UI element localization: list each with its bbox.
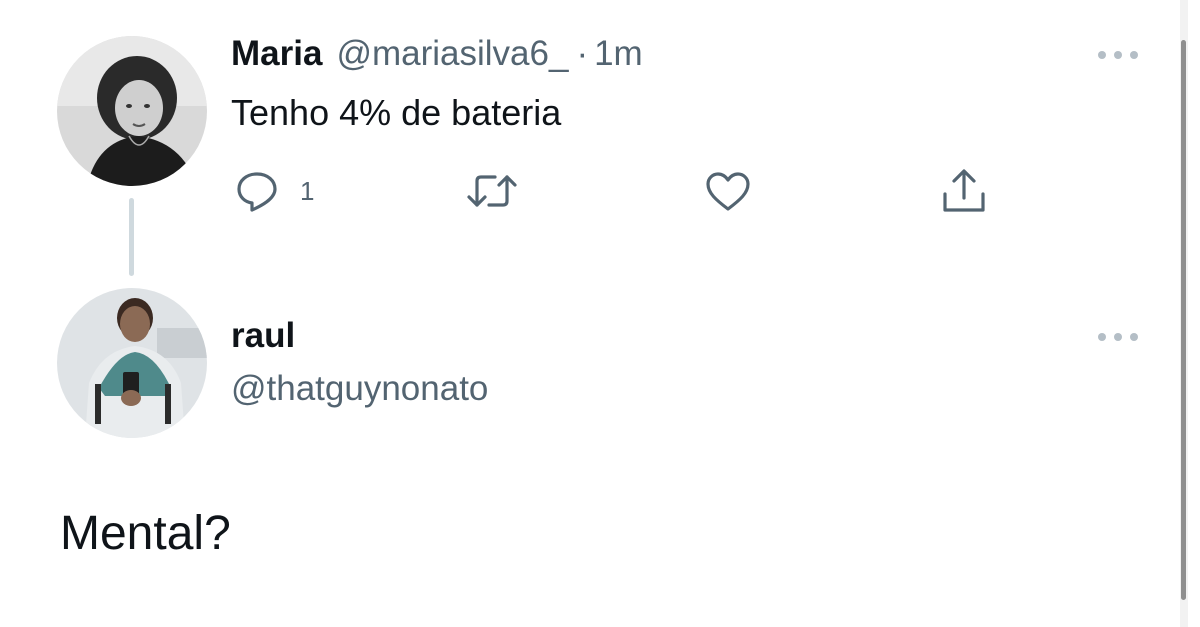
share-icon — [940, 168, 988, 214]
timestamp[interactable]: 1m — [594, 34, 643, 74]
tweet-text: Tenho 4% de bateria — [231, 92, 562, 133]
like-button[interactable] — [704, 166, 752, 216]
more-icon-dot — [1114, 51, 1122, 59]
tweet-1-header: Maria @mariasilva6_ · 1m — [231, 34, 643, 78]
share-button[interactable] — [940, 166, 988, 216]
author-handle[interactable]: @thatguynonato — [231, 369, 488, 409]
reply-button[interactable]: 1 — [234, 166, 314, 216]
tweet-thread: Maria @mariasilva6_ · 1m Tenho 4% de bat… — [0, 0, 1200, 627]
avatar-maria[interactable] — [57, 36, 207, 186]
reply-count: 1 — [300, 175, 315, 206]
author-name[interactable]: Maria — [231, 34, 322, 74]
tweet-text: Mental? — [60, 507, 231, 560]
scrollbar-thumb[interactable] — [1181, 40, 1186, 600]
author-name[interactable]: raul — [231, 316, 295, 356]
more-icon-dot — [1114, 333, 1122, 341]
avatar-raul[interactable] — [57, 288, 207, 438]
more-icon-dot — [1130, 333, 1138, 341]
like-icon — [704, 169, 752, 213]
retweet-button[interactable] — [465, 166, 519, 216]
more-icon-dot — [1130, 51, 1138, 59]
more-options-button[interactable] — [1098, 330, 1138, 344]
more-icon-dot — [1098, 333, 1106, 341]
retweet-icon — [465, 169, 519, 213]
author-handle[interactable]: @mariasilva6_ — [336, 34, 568, 74]
more-options-button[interactable] — [1098, 48, 1138, 62]
reply-icon — [234, 169, 280, 213]
separator-dot: · — [576, 34, 589, 73]
more-icon-dot — [1098, 51, 1106, 59]
thread-connector-line — [129, 198, 134, 276]
